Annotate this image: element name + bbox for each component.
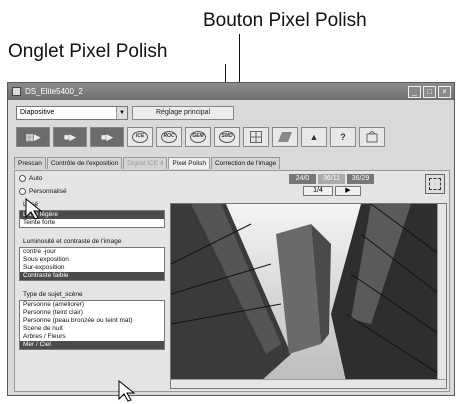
fit-view-icon <box>429 178 441 190</box>
preferences-icon <box>366 131 378 143</box>
pixel-polish-button[interactable] <box>272 127 298 147</box>
list-item[interactable]: Mer / Ciel <box>20 341 164 349</box>
smoothing-group-label: Lissé <box>23 201 165 208</box>
preferences-button[interactable] <box>359 127 385 147</box>
tab-digital-ice4[interactable]: Digital ICE 4 <box>123 157 168 169</box>
list-item[interactable]: Personne (améliorer) <box>20 301 164 309</box>
manual-page: Bouton Pixel Polish Onglet Pixel Polish … <box>0 0 461 404</box>
prescan-icon: ■▶ <box>63 131 77 142</box>
film-type-select[interactable]: Diapositive ▼ <box>16 106 128 120</box>
title-bar: DS_Elite5400_2 _ □ × <box>8 83 454 100</box>
list-item[interactable]: Sur-exposition <box>20 264 164 272</box>
smd-button[interactable]: SMD <box>214 127 240 147</box>
eject-icon: ▲ <box>309 132 319 142</box>
scan-index-button[interactable]: ▦▶ <box>16 127 50 147</box>
list-item[interactable]: Scène de nuit <box>20 325 164 333</box>
radio-auto-indicator <box>19 175 26 182</box>
list-item[interactable]: Personne (teint clair) <box>20 309 164 317</box>
skyscraper-photo <box>171 204 440 381</box>
callout-pixel-polish-tab: Onglet Pixel Polish <box>8 41 168 62</box>
image-preview[interactable] <box>170 203 447 389</box>
app-icon <box>12 87 21 96</box>
frame-navigator: 1/4 ▶ <box>303 186 361 196</box>
list-item[interactable]: Teinte forte <box>20 219 164 227</box>
window-title: DS_Elite5400_2 <box>25 87 83 96</box>
auto-radio[interactable]: Auto <box>19 175 165 182</box>
help-icon: ? <box>340 132 346 142</box>
subject-group-label: Type de sujet_scène <box>23 291 83 298</box>
tab-pixel-polish[interactable]: Pixel Polish <box>168 157 210 169</box>
minimize-button[interactable]: _ <box>408 85 421 98</box>
next-frame-button[interactable]: ▶ <box>335 186 361 196</box>
fit-view-button[interactable] <box>425 174 445 194</box>
counter-2: 36/11 <box>318 174 345 184</box>
scan-index-icon: ▦▶ <box>25 131 41 142</box>
gem-icon: GEM <box>190 131 206 143</box>
smd-icon: SMD <box>219 131 235 143</box>
brightness-list[interactable]: contre -jour Sous exposition Sur-exposit… <box>19 247 165 281</box>
radio-custom-indicator <box>19 188 26 195</box>
auto-label: Auto <box>29 175 43 182</box>
subject-list[interactable]: Personne (améliorer) Personne (teint cla… <box>19 300 165 350</box>
pixel-polish-panel: Auto Personnalisé Lissé Lissé légère Tei… <box>14 170 450 392</box>
ice-icon: ICE <box>132 131 148 143</box>
film-type-value: Diapositive <box>20 109 55 116</box>
callout-pixel-polish-button: Bouton Pixel Polish <box>203 10 367 31</box>
tab-prescan[interactable]: Prescan <box>14 157 46 169</box>
eject-button[interactable]: ▲ <box>301 127 327 147</box>
gem-button[interactable]: GEM <box>185 127 211 147</box>
list-item[interactable]: Arbres / Fleurs <box>20 333 164 341</box>
brightness-group-label: Luminosité et contraste de l'image <box>23 238 122 245</box>
list-item[interactable]: Sous exposition <box>20 256 164 264</box>
custom-radio[interactable]: Personnalisé <box>19 188 165 195</box>
play-right-icon: ▶ <box>345 187 351 194</box>
tab-exposure-control[interactable]: Contrôle de l'exposition <box>46 157 123 169</box>
pixel-polish-icon <box>278 132 292 142</box>
vertical-scrollbar[interactable] <box>437 204 446 388</box>
maximize-button[interactable]: □ <box>423 85 436 98</box>
ice-button[interactable]: ICE <box>127 127 153 147</box>
cursor-arrow-icon <box>118 380 136 402</box>
list-item[interactable]: Personne (peau bronzée ou teint mat) <box>20 317 164 325</box>
grid-icon <box>250 131 262 143</box>
counter-1: 24/0 <box>289 174 316 184</box>
page-indicator: 1/4 <box>303 186 333 196</box>
close-button[interactable]: × <box>438 85 451 98</box>
roc-button[interactable]: ROC <box>156 127 182 147</box>
prescan-button[interactable]: ■▶ <box>53 127 87 147</box>
counter-3: 36/29 <box>347 174 374 184</box>
roc-icon: ROC <box>161 131 177 143</box>
list-item[interactable]: contre -jour <box>20 248 164 256</box>
custom-label: Personnalisé <box>29 188 67 195</box>
horizontal-scrollbar[interactable] <box>171 379 446 388</box>
frame-counters: 24/0 36/11 36/29 <box>289 174 374 184</box>
main-settings-button[interactable]: Réglage principal <box>132 106 234 120</box>
scan-icon: ■▶ <box>100 131 114 142</box>
scan-button[interactable]: ■▶ <box>90 127 124 147</box>
chevron-down-icon: ▼ <box>116 107 127 119</box>
list-item[interactable]: Contraste faible <box>20 272 164 280</box>
help-button[interactable]: ? <box>330 127 356 147</box>
scanner-window: DS_Elite5400_2 _ □ × Diapositive ▼ Régla… <box>7 82 455 396</box>
cursor-arrow-icon <box>25 198 43 220</box>
grid-button[interactable] <box>243 127 269 147</box>
tab-image-correction[interactable]: Correction de l'image <box>210 157 281 169</box>
